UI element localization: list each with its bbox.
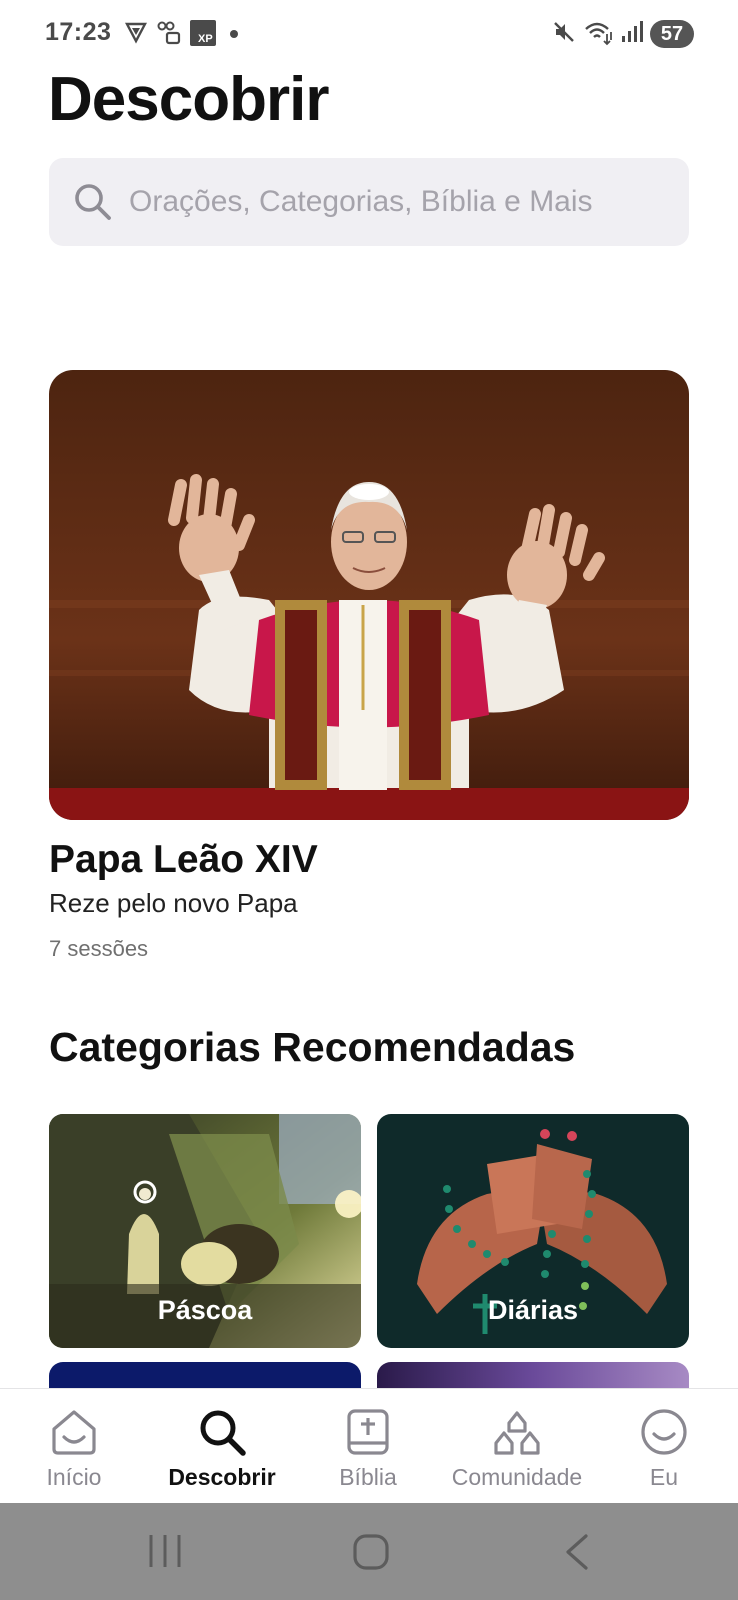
xp-app-icon: XP [190, 20, 216, 46]
featured-session-count: 7 sessões [49, 936, 149, 961]
nav-item-bible[interactable]: Bíblia [318, 1389, 418, 1504]
category-card-easter[interactable]: Páscoa [49, 1114, 361, 1348]
nav-label: Eu [649, 1464, 679, 1490]
vpn-shield-icon [125, 22, 147, 44]
page-title: Descobrir [48, 65, 329, 134]
search-icon [75, 184, 111, 220]
search-icon [200, 1410, 246, 1456]
back-icon[interactable] [562, 1533, 592, 1571]
category-card-label: Páscoa [157, 1295, 253, 1325]
profile-smile-icon [641, 1409, 687, 1455]
svg-text:XP: XP [198, 33, 213, 45]
nav-label: Comunidade [451, 1464, 583, 1490]
bible-icon [347, 1409, 389, 1455]
home-circle-icon[interactable] [352, 1533, 390, 1571]
nav-item-profile[interactable]: Eu [614, 1389, 714, 1504]
nav-item-home[interactable]: Início [22, 1389, 126, 1504]
search-bar[interactable] [49, 158, 689, 246]
search-input[interactable] [127, 176, 671, 228]
wifi-icon [585, 22, 612, 46]
nav-label: Início [46, 1464, 102, 1490]
category-card-daily[interactable]: Diárias [377, 1114, 689, 1348]
nav-item-community[interactable]: Comunidade [445, 1389, 589, 1504]
voicemail-lock-icon [157, 21, 181, 45]
home-icon [52, 1410, 96, 1455]
nav-item-discover[interactable]: Descobrir [160, 1389, 284, 1504]
category-card-label: Diárias [487, 1295, 579, 1325]
community-icon [494, 1411, 540, 1455]
featured-subtitle: Reze pelo novo Papa [49, 888, 298, 918]
nav-label: Bíblia [339, 1464, 397, 1490]
recents-icon[interactable] [147, 1533, 183, 1569]
nav-label: Descobrir [168, 1464, 276, 1490]
section-title-recommended: Categorias Recomendadas [49, 1024, 576, 1070]
system-navigation-bar [0, 1503, 738, 1600]
battery-indicator: 57 [650, 20, 694, 48]
status-bar: 17:23 XP 57 [0, 0, 738, 62]
signal-icon [622, 21, 643, 42]
featured-image[interactable] [49, 370, 689, 820]
notification-dot-icon [230, 30, 238, 38]
bottom-navigation: Início Descobrir Bíblia Comunidade Eu [0, 1388, 738, 1504]
status-time: 17:23 [45, 18, 112, 46]
muted-icon [554, 22, 574, 42]
featured-title[interactable]: Papa Leão XIV [49, 838, 318, 882]
